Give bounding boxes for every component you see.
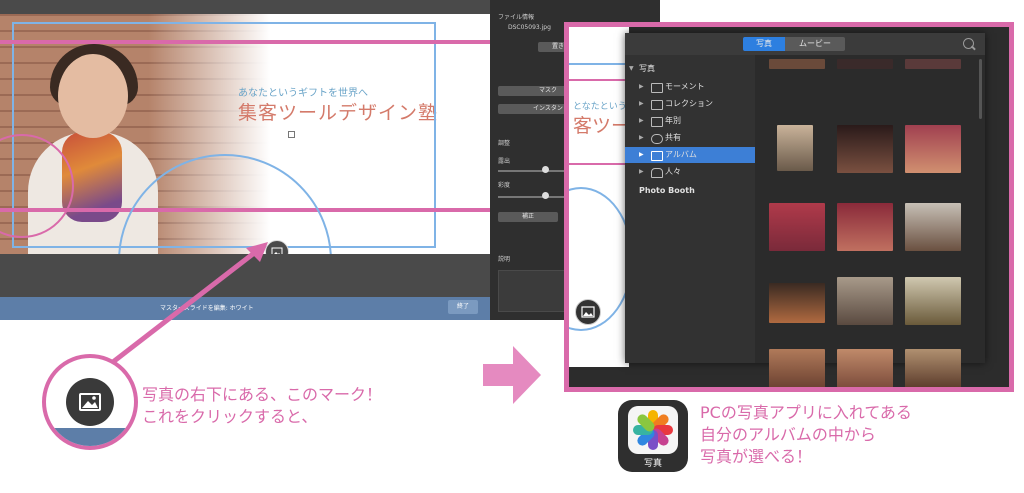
sidebar-item-albums[interactable]: ▶ アルバム <box>625 147 755 163</box>
photos-flower-icon <box>628 406 678 454</box>
photo-thumbnail[interactable] <box>905 349 961 387</box>
right-arrow-icon <box>483 346 541 404</box>
photo-thumbnail[interactable] <box>837 125 893 173</box>
photo-thumbnail[interactable] <box>769 203 825 251</box>
peek-photo-button[interactable] <box>575 299 601 325</box>
caption-line-1: PCの写真アプリに入れてある <box>700 403 912 422</box>
callout-stripe <box>46 428 134 446</box>
album-icon <box>651 151 663 161</box>
photo-thumbnail[interactable] <box>769 59 825 69</box>
media-browser-popover: 写真 ムービー ▼ 写真 ▶ モーメント ▶ コレクション ▶ 年別 ▶ 共有 … <box>625 33 985 387</box>
photo-thumbnail[interactable] <box>769 283 825 323</box>
photo-thumbnail[interactable] <box>905 203 961 251</box>
callout-line-2: これをクリックすると、 <box>142 407 318 426</box>
sidebar-item-moments[interactable]: ▶ モーメント <box>625 79 755 95</box>
caption-line-2: 自分のアルバムの中から <box>700 425 876 444</box>
media-tabs: 写真 ムービー <box>625 33 985 55</box>
photo-thumbnail[interactable] <box>769 349 825 387</box>
image-icon <box>79 393 101 411</box>
album-icon <box>651 100 663 110</box>
tab-movies[interactable]: ムービー <box>785 37 845 51</box>
photo-thumbnail[interactable] <box>905 277 961 325</box>
connector-line <box>98 248 260 374</box>
peek-title: 客ツー <box>573 115 631 137</box>
sidebar-root-label: 写真 <box>639 64 655 73</box>
photo-grid <box>755 55 985 387</box>
peek-guide-pink <box>569 79 625 81</box>
peek-guide-blue <box>569 63 625 65</box>
photo-thumbnail[interactable] <box>777 125 813 171</box>
photo-button-zoomed <box>66 378 114 426</box>
sidebar-item-photo-booth[interactable]: Photo Booth <box>625 183 755 199</box>
search-icon-handle <box>971 45 976 51</box>
album-icon <box>651 117 663 127</box>
photo-thumbnail[interactable] <box>837 349 893 387</box>
photo-thumbnail[interactable] <box>837 203 893 251</box>
photo-thumbnail[interactable] <box>837 59 893 69</box>
sidebar-item-people[interactable]: ▶ 人々 <box>625 164 755 180</box>
photos-sidebar: ▼ 写真 ▶ モーメント ▶ コレクション ▶ 年別 ▶ 共有 ▶ アルバム ▶… <box>625 55 755 363</box>
person-icon <box>651 168 663 178</box>
cloud-icon <box>651 134 663 144</box>
slide-peek: となたという 客ツー <box>569 27 633 367</box>
photos-app-label: 写真 <box>643 459 662 469</box>
photo-thumbnail[interactable] <box>837 277 893 325</box>
sidebar-item-shared[interactable]: ▶ 共有 <box>625 130 755 146</box>
grid-scrollbar[interactable] <box>979 59 982 119</box>
photos-app-icon: 写真 <box>618 400 688 472</box>
tab-photos[interactable]: 写真 <box>743 37 785 51</box>
photos-browser-screenshot: となたという 客ツー 写真 ムービー ▼ 写真 ▶ モーメント ▶ コレクション… <box>564 22 1014 392</box>
photo-thumbnail[interactable] <box>905 125 961 173</box>
callout-zoom-circle <box>42 354 138 450</box>
photo-thumbnail[interactable] <box>905 59 961 69</box>
callout-line-1: 写真の右下にある、このマーク！ <box>142 385 383 404</box>
album-icon <box>651 83 663 93</box>
sidebar-item-collections[interactable]: ▶ コレクション <box>625 96 755 112</box>
peek-guide-pink-2 <box>569 163 625 165</box>
image-icon <box>581 306 595 318</box>
caption-line-3: 写真が選べる！ <box>700 447 813 466</box>
sidebar-item-years[interactable]: ▶ 年別 <box>625 113 755 129</box>
sidebar-root-photos[interactable]: ▼ 写真 <box>625 61 755 77</box>
